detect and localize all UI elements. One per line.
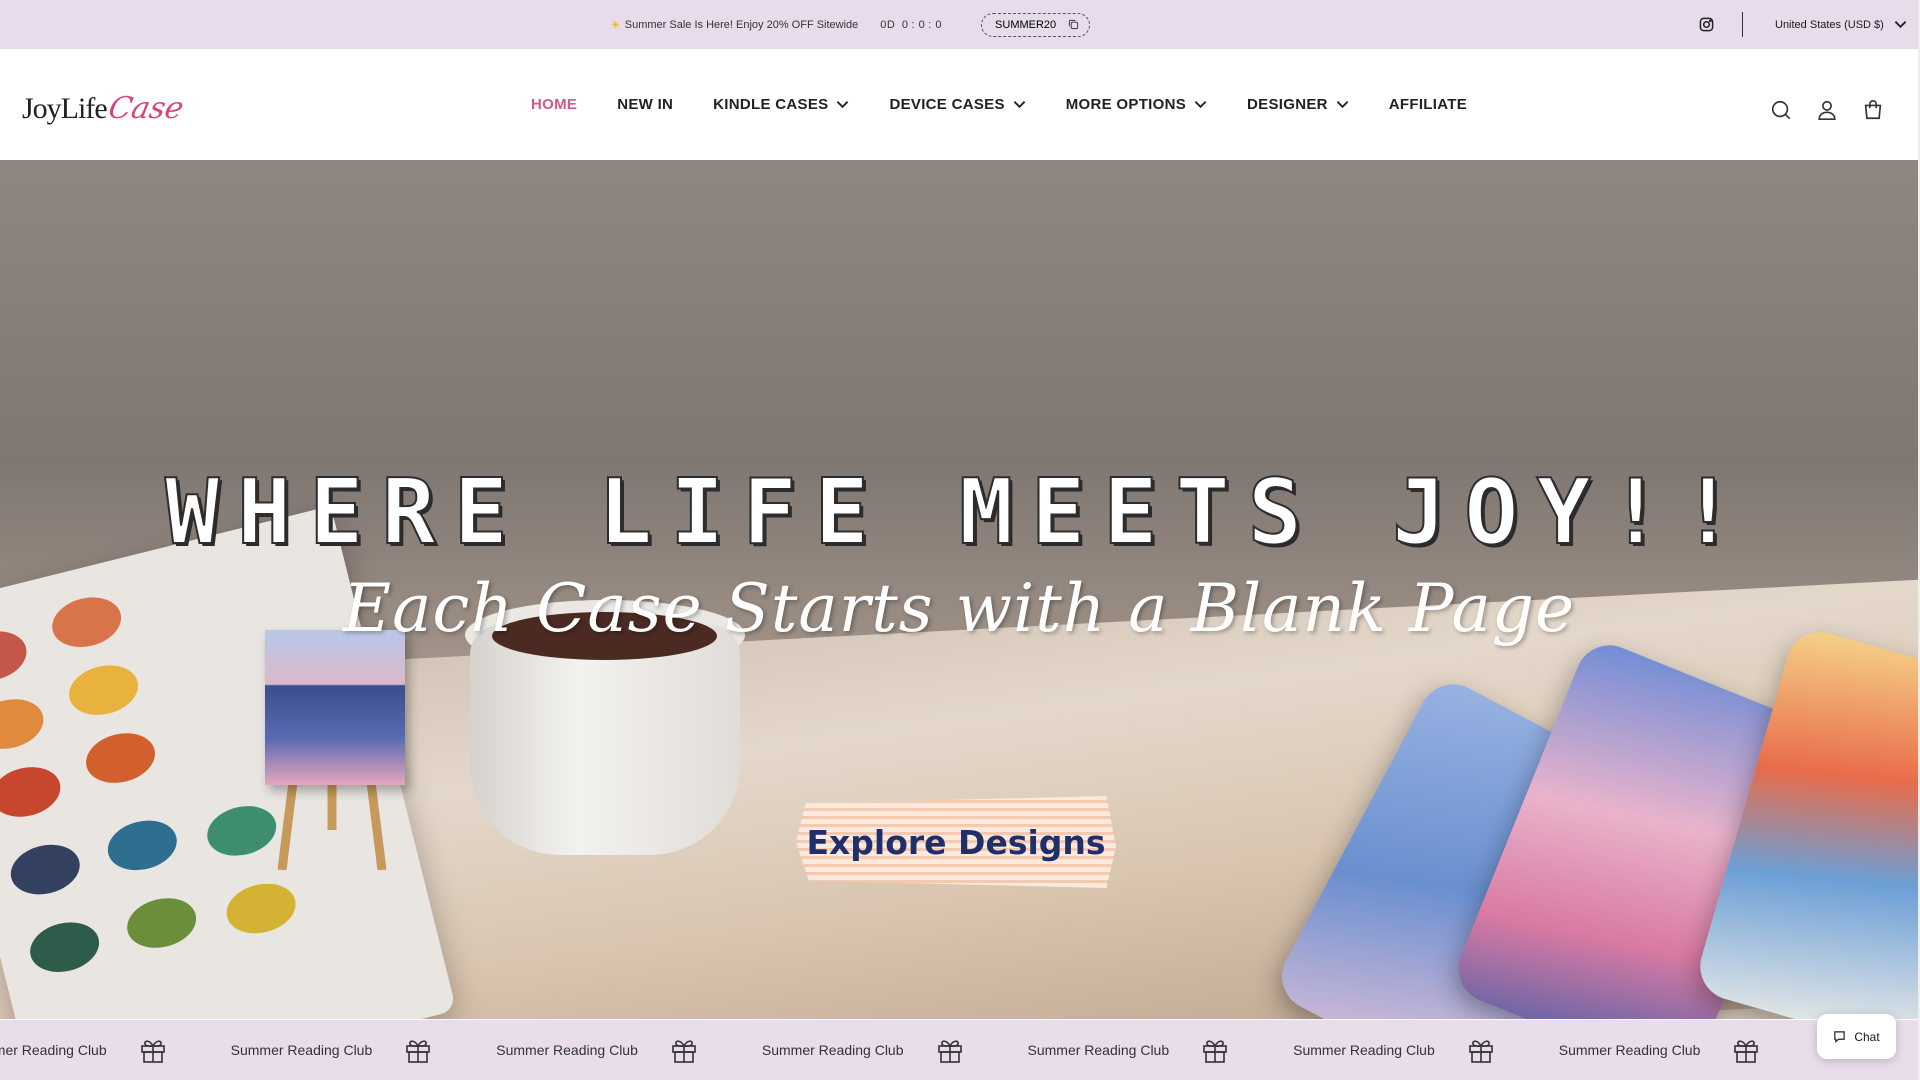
nav-item-home[interactable]: HOME — [531, 96, 577, 113]
chevron-down-icon — [1194, 101, 1207, 109]
nav-item-kindle-cases[interactable]: KINDLE CASES — [713, 96, 849, 113]
marquee-item: Summer Reading Club — [1293, 1036, 1559, 1064]
hero-title: WHERE LIFE MEETS JOY!! — [164, 459, 1754, 566]
hero-canvas-painting — [265, 630, 405, 785]
hero-banner: WHERE LIFE MEETS JOY!! Each Case Starts … — [0, 160, 1918, 1019]
account-icon[interactable] — [1816, 99, 1838, 121]
logo-script-text: Case — [104, 91, 187, 126]
countdown-days: 0D — [880, 18, 896, 31]
announcement-bar: ☀ Summer Sale Is Here! Enjoy 20% OFF Sit… — [0, 0, 1920, 49]
nav-item-device-cases[interactable]: DEVICE CASES — [889, 96, 1026, 113]
nav-item-new-in[interactable]: NEW IN — [617, 96, 673, 113]
nav-item-label: DESIGNER — [1247, 96, 1328, 113]
countdown-timer: 0D 0: 0: 0 — [880, 18, 943, 31]
nav-item-label: HOME — [531, 96, 578, 113]
hero-product-cases — [1270, 624, 1918, 1019]
countdown-hours: 0 — [901, 18, 909, 31]
nav-item-label: KINDLE CASES — [713, 96, 829, 113]
nav-item-affiliate[interactable]: AFFILIATE — [1389, 96, 1467, 113]
gift-icon — [1734, 1040, 1759, 1063]
paint-well — [121, 891, 202, 955]
nav-item-label: AFFILIATE — [1388, 96, 1468, 113]
marquee-text: Summer Reading Club — [0, 1042, 107, 1058]
paint-well — [24, 915, 105, 979]
chat-button[interactable]: Chat — [1817, 1014, 1896, 1059]
hero-subtitle: Each Case Starts with a Blank Page — [342, 570, 1576, 647]
marquee-text: Summer Reading Club — [761, 1042, 904, 1058]
nav-item-designer[interactable]: DESIGNER — [1247, 96, 1349, 113]
marquee-text: Summer Reading Club — [1027, 1042, 1170, 1058]
marquee-track: Summer Reading Club Summer Reading Club Su… — [0, 1020, 1824, 1080]
explore-designs-button[interactable]: Explore Designs — [796, 796, 1116, 888]
chevron-down-icon — [837, 101, 849, 109]
paint-well — [5, 837, 86, 902]
chat-label: Chat — [1854, 1029, 1880, 1044]
chevron-down-icon — [1894, 21, 1907, 29]
nav-item-label: DEVICE CASES — [889, 96, 1005, 113]
header-actions — [1770, 99, 1884, 121]
marquee-text: Summer Reading Club — [230, 1042, 373, 1058]
marquee-item: Summer Reading Club — [0, 1036, 231, 1064]
marquee-text: Summer Reading Club — [1558, 1042, 1701, 1058]
announcement-text: Summer Sale Is Here! Enjoy 20% OFF Sitew… — [624, 18, 859, 31]
coupon-copy-button[interactable]: SUMMER20 — [981, 12, 1091, 37]
gift-icon — [672, 1040, 696, 1063]
cart-icon[interactable] — [1862, 99, 1884, 121]
marquee-item: Summer Reading Club — [496, 1036, 762, 1064]
currency-selector[interactable]: United States (USD $) — [1775, 0, 1907, 49]
gift-icon — [937, 1040, 962, 1063]
main-nav: HOME NEW IN KINDLE CASES DEVICE CASES MO… — [531, 49, 1507, 160]
marquee-item: Summer Reading Club — [1028, 1036, 1294, 1064]
countdown-minutes: 0 — [918, 18, 926, 31]
instagram-icon[interactable] — [1699, 17, 1714, 32]
site-header: JoyLife Case HOME NEW IN KINDLE CASES DE… — [0, 49, 1920, 160]
paint-well — [102, 813, 183, 878]
marquee-item: Summer Reading Club — [231, 1036, 497, 1064]
paint-well — [80, 726, 161, 790]
paint-well — [0, 692, 49, 756]
marquee-text: Summer Reading Club — [496, 1042, 638, 1058]
marquee-item: Summer Reading Club — [1559, 1036, 1825, 1064]
nav-item-more-options[interactable]: MORE OPTIONS — [1066, 96, 1207, 113]
paint-well — [63, 658, 144, 722]
gift-icon — [406, 1040, 431, 1063]
search-icon[interactable] — [1770, 99, 1792, 121]
nav-item-label: NEW IN — [617, 96, 674, 113]
gift-icon — [1468, 1040, 1493, 1063]
countdown-seconds: 0 — [935, 18, 943, 31]
currency-label: United States (USD $) — [1775, 18, 1884, 31]
brand-logo[interactable]: JoyLife Case — [22, 91, 187, 131]
marquee-text: Summer Reading Club — [1293, 1042, 1435, 1058]
gift-icon — [1203, 1040, 1227, 1063]
paint-well — [221, 876, 301, 941]
sun-icon: ☀ — [610, 17, 621, 32]
nav-item-label: MORE OPTIONS — [1065, 96, 1187, 113]
gift-icon — [140, 1040, 165, 1063]
promo-marquee: Summer Reading Club Summer Reading Club Su… — [0, 1020, 1920, 1080]
chat-bubble-icon — [1834, 1031, 1846, 1043]
logo-main-text: JoyLife — [22, 92, 108, 125]
top-bar-divider — [1742, 12, 1743, 37]
chevron-down-icon — [1336, 101, 1349, 109]
paint-well — [0, 760, 66, 824]
chevron-down-icon — [1013, 101, 1026, 109]
announcement-content: ☀ Summer Sale Is Here! Enjoy 20% OFF Sit… — [610, 0, 1091, 49]
copy-icon — [1069, 19, 1079, 30]
coupon-code: SUMMER20 — [995, 18, 1057, 31]
marquee-item: Summer Reading Club — [762, 1036, 1028, 1064]
